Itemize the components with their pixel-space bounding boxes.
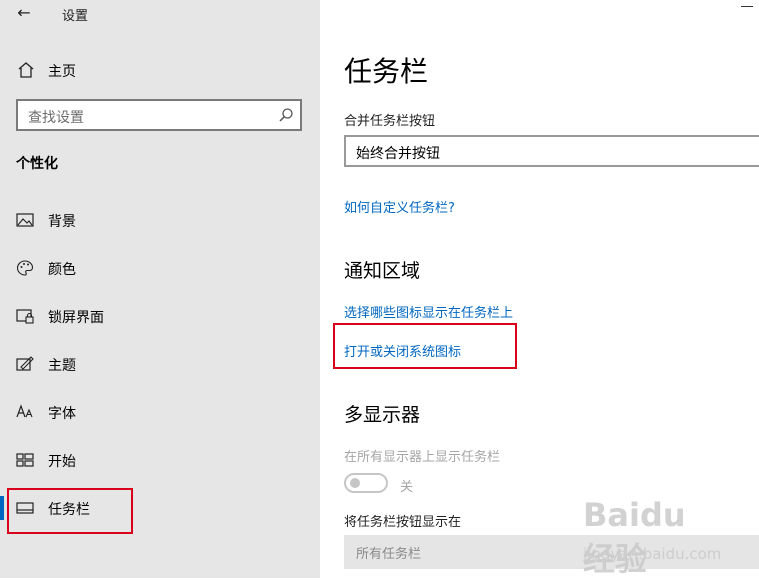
theme-icon (16, 356, 34, 371)
combine-buttons-label: 合并任务栏按钮 (344, 114, 436, 129)
sidebar-item-start[interactable]: 开始 (0, 440, 320, 480)
home-icon (18, 62, 34, 78)
highlight-box-taskbar (7, 488, 133, 534)
show-buttons-on-label: 将任务栏按钮显示在 (344, 515, 462, 530)
page-title: 任务栏 (344, 55, 429, 88)
sidebar-item-label: 字体 (48, 406, 76, 422)
customize-taskbar-link[interactable]: 如何自定义任务栏? (344, 197, 455, 216)
sidebar-item-themes[interactable]: 主题 (0, 344, 320, 384)
show-on-all-displays-toggle[interactable] (344, 473, 388, 493)
sidebar-item-background[interactable]: 背景 (0, 200, 320, 240)
show-on-all-displays-label: 在所有显示器上显示任务栏 (344, 450, 501, 465)
dropdown-value: 所有任务栏 (356, 547, 422, 562)
minimize-button[interactable] (741, 6, 753, 7)
sidebar-item-fonts[interactable]: 字体 (0, 392, 320, 432)
search-input[interactable]: 查找设置 (16, 99, 302, 131)
sidebar-item-colors[interactable]: 颜色 (0, 248, 320, 288)
palette-icon (16, 260, 34, 276)
app-title: 设置 (62, 9, 89, 24)
title-bar: ← 设置 (0, 0, 320, 28)
sidebar-item-label: 锁屏界面 (48, 310, 104, 326)
select-icons-link[interactable]: 选择哪些图标显示在任务栏上 (344, 302, 513, 321)
highlight-box-system-icons (333, 323, 517, 369)
sidebar-item-label: 开始 (48, 454, 76, 470)
dropdown-value: 始终合并按钮 (356, 146, 440, 162)
toggle-knob (350, 478, 360, 488)
home-label: 主页 (48, 64, 76, 80)
search-placeholder: 查找设置 (28, 110, 84, 126)
notification-area-heading: 通知区域 (344, 260, 421, 282)
section-heading: 个性化 (16, 156, 58, 172)
sidebar-item-label: 主题 (48, 358, 76, 374)
combine-buttons-dropdown[interactable]: 始终合并按钮 (344, 135, 759, 167)
toggle-state-label: 关 (400, 480, 414, 495)
sidebar-item-label: 背景 (48, 214, 76, 230)
baidu-watermark: Baidu 经验 jingyan.baidu.com (575, 490, 725, 578)
watermark-logo-text: Baidu 经验 (583, 496, 686, 578)
back-button[interactable]: ← (10, 2, 38, 24)
search-icon (279, 108, 293, 122)
lock-screen-icon (16, 309, 34, 324)
home-nav-item[interactable]: 主页 (16, 58, 296, 82)
start-icon (16, 453, 34, 467)
sidebar-item-lock-screen[interactable]: 锁屏界面 (0, 296, 320, 336)
sidebar: ← 设置 主页 查找设置 个性化 背景 颜色 锁屏界面 主题 字体 开始 任务栏 (0, 0, 320, 578)
multiple-displays-heading: 多显示器 (344, 404, 421, 426)
image-icon (16, 213, 34, 227)
font-icon (16, 404, 33, 418)
watermark-url: jingyan.baidu.com (583, 545, 722, 563)
sidebar-item-label: 颜色 (48, 262, 76, 278)
